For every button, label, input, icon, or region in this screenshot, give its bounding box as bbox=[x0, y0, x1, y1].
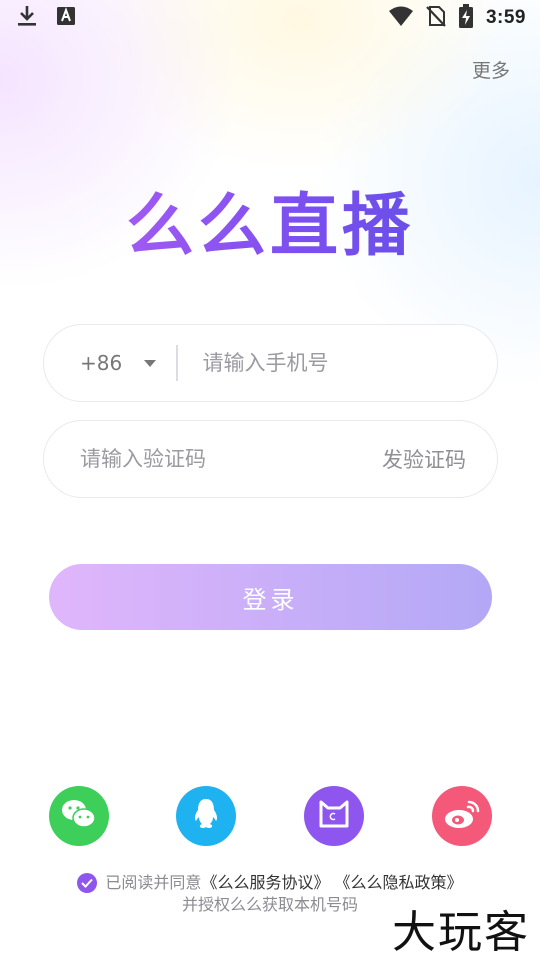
wifi-icon bbox=[388, 5, 414, 31]
cat-icon bbox=[318, 799, 350, 833]
send-code-button[interactable]: 发验证码 bbox=[348, 444, 504, 474]
phone-field: +86 bbox=[43, 324, 498, 402]
qq-login-button[interactable] bbox=[176, 786, 236, 846]
country-code-value: +86 bbox=[80, 351, 123, 375]
qq-icon bbox=[191, 797, 221, 835]
agreement-prefix: 已阅读并同意 bbox=[105, 873, 202, 892]
app-logo: 么么直播 bbox=[0, 170, 540, 269]
check-icon bbox=[81, 878, 94, 888]
verification-code-input[interactable] bbox=[44, 421, 348, 497]
agreement-checkbox[interactable] bbox=[77, 873, 98, 893]
battery-charging-icon bbox=[458, 4, 474, 32]
weibo-login-button[interactable] bbox=[432, 786, 492, 846]
more-button[interactable]: 更多 bbox=[472, 56, 510, 83]
status-bar: 3:59 bbox=[0, 0, 540, 36]
wechat-icon bbox=[60, 797, 98, 835]
country-code-select[interactable]: +86 bbox=[44, 351, 176, 375]
download-icon bbox=[16, 4, 38, 32]
weibo-icon bbox=[443, 798, 481, 834]
code-field: 发验证码 bbox=[43, 420, 498, 498]
wechat-login-button[interactable] bbox=[49, 786, 109, 846]
login-button[interactable]: 登录 bbox=[49, 564, 492, 630]
privacy-policy-link[interactable]: 《么么隐私政策》 bbox=[335, 873, 463, 892]
status-time: 3:59 bbox=[485, 7, 526, 28]
cat-login-button[interactable] bbox=[304, 786, 364, 846]
logo-text: 么么直播 bbox=[126, 170, 414, 269]
service-agreement-link[interactable]: 《么么服务协议》 bbox=[201, 873, 329, 892]
phone-input[interactable] bbox=[177, 325, 497, 401]
watermark: 大玩客 bbox=[392, 907, 530, 958]
caret-down-icon bbox=[144, 359, 157, 367]
no-sim-icon bbox=[426, 5, 446, 31]
font-app-icon bbox=[56, 6, 76, 30]
